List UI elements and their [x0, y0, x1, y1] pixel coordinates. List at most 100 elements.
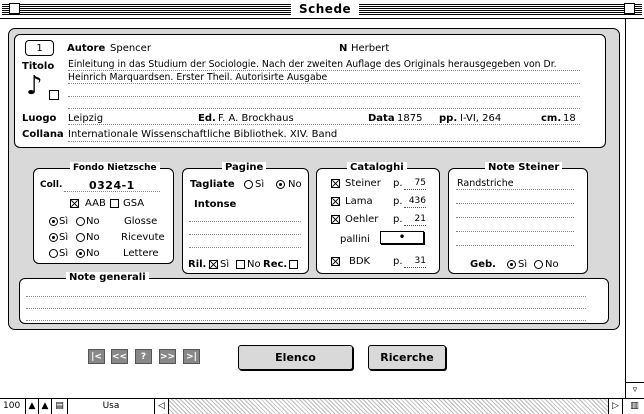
geb-no-radio[interactable]: [534, 260, 543, 269]
luogo-value[interactable]: Leipzig: [68, 113, 103, 124]
pp-value[interactable]: I-VI, 264: [460, 113, 501, 124]
autore-label: Autore: [67, 43, 106, 54]
previous-record-button[interactable]: <<: [111, 349, 128, 364]
ricevute-si-radio[interactable]: [49, 233, 58, 242]
data-value[interactable]: 1875: [397, 113, 422, 124]
tagliate-no-label: No: [288, 179, 302, 190]
steiner-label: Steiner: [345, 178, 381, 189]
ril-si-label: Sì: [220, 259, 230, 270]
rec-checkbox[interactable]: [289, 260, 298, 269]
zoom-out-icon[interactable]: ▲: [26, 399, 39, 414]
scroll-left-arrow-icon[interactable]: ◁: [155, 399, 169, 414]
scroll-right-arrow-icon[interactable]: ▷: [609, 399, 623, 414]
tagliate-si-label: Sì: [255, 179, 265, 190]
title-bar[interactable]: Schede: [0, 0, 644, 19]
pallini-label: pallini: [340, 234, 370, 245]
geb-si-radio[interactable]: [507, 260, 516, 269]
lama-checkbox[interactable]: [331, 197, 340, 206]
zoom-level[interactable]: 100: [0, 399, 26, 414]
gsa-label: GSA: [123, 198, 145, 209]
ricevute-no-radio[interactable]: [76, 233, 85, 242]
elenco-button[interactable]: Elenco: [238, 345, 353, 370]
record-number: 1: [25, 40, 54, 56]
glosse-label: Glosse: [124, 216, 158, 227]
vertical-scrollbar[interactable]: ▿: [625, 19, 644, 398]
ricerche-button[interactable]: Ricerche: [368, 345, 446, 370]
ril-si-checkbox[interactable]: [209, 260, 218, 269]
glosse-no-label: No: [86, 216, 100, 227]
help-button[interactable]: ?: [135, 349, 152, 364]
titolo-rule-1: [68, 70, 580, 71]
ril-no-label: No: [247, 259, 261, 270]
close-box[interactable]: [9, 3, 20, 14]
titolo-rule-2: [68, 83, 580, 84]
last-record-button[interactable]: >|: [183, 349, 200, 364]
titolo-line-1[interactable]: Einleitung in das Studium der Sociologie…: [68, 59, 557, 70]
aab-label: AAB: [85, 198, 106, 209]
ricevute-label: Ricevute: [121, 232, 165, 243]
window-title: Schede: [291, 1, 360, 17]
ed-value[interactable]: F. A. Brockhaus: [218, 113, 294, 124]
aab-checkbox[interactable]: [70, 199, 79, 208]
pagine-title: Pagine: [222, 162, 267, 174]
luogo-rule: [68, 124, 580, 125]
lettere-si-radio[interactable]: [49, 249, 58, 258]
intonse-label: Intonse: [194, 199, 237, 210]
oehler-checkbox[interactable]: [331, 215, 340, 224]
note-steiner-title: Note Steiner: [485, 162, 563, 174]
note-generali-box[interactable]: [19, 278, 609, 324]
autore-value[interactable]: Spencer: [110, 43, 151, 54]
glosse-si-radio[interactable]: [49, 217, 58, 226]
cm-value[interactable]: 18: [563, 113, 576, 124]
steiner-rule-4: [456, 231, 574, 232]
zoom-in-icon[interactable]: ▲: [39, 399, 52, 414]
lettere-no-radio[interactable]: [76, 249, 85, 258]
pallini-field[interactable]: •: [380, 231, 424, 244]
note-generali-rule-3: [26, 320, 586, 321]
ed-label: Ed.: [198, 113, 216, 124]
bdk-checkbox[interactable]: [331, 257, 340, 266]
ricevute-no-label: No: [86, 232, 100, 243]
glosse-si-label: Sì: [59, 216, 69, 227]
scroll-down-arrow-icon[interactable]: ▿: [626, 382, 644, 399]
n-value[interactable]: Herbert: [351, 43, 389, 54]
note-generali-title: Note generali: [66, 272, 149, 284]
lama-page[interactable]: 436: [404, 196, 426, 208]
collana-value[interactable]: Internationale Wissenschaftliche Bibliot…: [68, 129, 337, 140]
steiner-rule-1: [456, 189, 574, 190]
steiner-checkbox[interactable]: [331, 179, 340, 188]
intonse-rule-1: [189, 221, 301, 222]
horizontal-scroll-track[interactable]: [169, 399, 609, 414]
cm-label: cm.: [541, 113, 562, 124]
gsa-checkbox[interactable]: [110, 199, 119, 208]
coll-rule: [64, 191, 160, 192]
zoom-box[interactable]: [624, 3, 635, 14]
note-generali-rule-2: [26, 308, 586, 309]
layout-icon[interactable]: ▤: [52, 399, 68, 414]
collana-label: Collana: [22, 129, 64, 140]
lama-p-label: p.: [393, 196, 403, 207]
geb-no-label: No: [545, 259, 559, 270]
steiner-rule-3: [456, 217, 574, 218]
note-generali-rule-1: [26, 296, 586, 297]
first-record-button[interactable]: |<: [88, 349, 105, 364]
ril-no-checkbox[interactable]: [236, 260, 245, 269]
resize-grip-icon[interactable]: ▥: [625, 399, 644, 414]
glosse-no-radio[interactable]: [76, 217, 85, 226]
steiner-rule-5: [456, 245, 574, 246]
mode-selector[interactable]: Usa: [68, 399, 155, 414]
titolo-rule-3: [68, 96, 580, 97]
music-checkbox[interactable]: [49, 90, 59, 100]
tagliate-si-radio[interactable]: [244, 180, 253, 189]
next-record-button[interactable]: >>: [159, 349, 176, 364]
pp-label: pp.: [439, 113, 458, 124]
oehler-page[interactable]: 21: [404, 214, 426, 226]
lettere-no-label: No: [86, 248, 100, 259]
lama-label: Lama: [345, 196, 373, 207]
titolo-line-2[interactable]: Heinrich Marquardsen. Erster Theil. Auto…: [68, 72, 327, 83]
tagliate-no-radio[interactable]: [276, 180, 285, 189]
note-steiner-text[interactable]: Randstriche: [457, 178, 514, 189]
steiner-page[interactable]: 75: [404, 178, 426, 190]
intonse-rule-2: [189, 234, 301, 235]
bdk-page[interactable]: 31: [404, 256, 426, 268]
